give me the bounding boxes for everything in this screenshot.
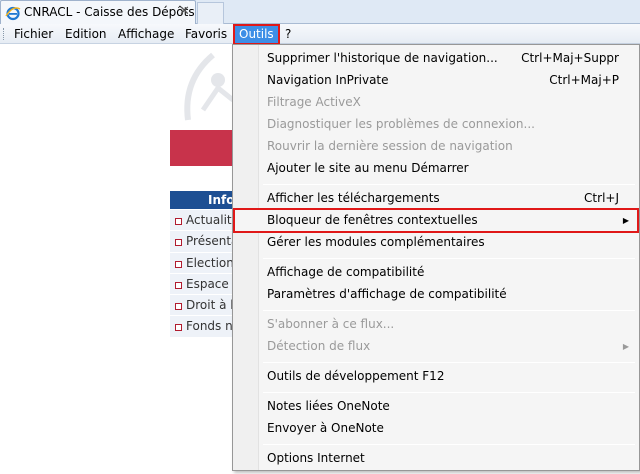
menu-item-compatibility-settings[interactable]: Paramètres d'affichage de compatibilité [235, 284, 637, 305]
menu-item-feed-discovery: Détection de flux ▶ [235, 336, 637, 357]
menu-item-manage-addons[interactable]: Gérer les modules complémentaires [235, 232, 637, 253]
menu-item-diagnose-connection: Diagnostiquer les problèmes de connexion… [267, 117, 535, 131]
page-nav: Actualités Présentation Elections Espace… [170, 210, 234, 338]
menu-favoris[interactable]: Favoris [181, 26, 231, 43]
page-nav-item[interactable]: Elections [170, 252, 234, 274]
shortcut-label: Ctrl+Maj+Suppr [521, 51, 619, 65]
menu-item-subscribe-feed: S'abonner à ce flux... [267, 317, 395, 331]
menu-item-internet-options[interactable]: Options Internet [235, 448, 637, 469]
grip-icon [3, 28, 6, 40]
menu-item-compatibility-view[interactable]: Affichage de compatibilité [235, 262, 637, 283]
menu-item-downloads[interactable]: Afficher les téléchargements Ctrl+J [235, 188, 637, 209]
menu-item-popup-blocker[interactable]: Bloqueur de fenêtres contextuelles ▶ [233, 208, 639, 233]
menu-affichage[interactable]: Affichage [114, 26, 178, 43]
menu-help[interactable]: ? [281, 26, 295, 43]
shortcut-label: Ctrl+J [584, 191, 619, 205]
menu-bar: Fichier Edition Affichage Favoris Outils… [0, 24, 640, 45]
menu-item-add-to-start[interactable]: Ajouter le site au menu Démarrer [235, 158, 637, 179]
tab-strip: CNRACL - Caisse des Dépôts ✕ [0, 0, 640, 24]
submenu-arrow-icon: ▶ [622, 342, 629, 351]
menu-fichier[interactable]: Fichier [10, 26, 57, 43]
menu-item-send-to-onenote[interactable]: Envoyer à OneNote [235, 418, 637, 439]
tab-title: CNRACL - Caisse des Dépôts [24, 5, 195, 19]
page-nav-item[interactable]: Fonds na [170, 316, 234, 338]
page-nav-header: Info [170, 191, 234, 209]
ie-logo-icon [5, 6, 21, 21]
page-nav-item[interactable]: Espace p [170, 273, 234, 296]
page-banner [170, 130, 234, 166]
menu-separator [263, 184, 635, 185]
menu-item-activex-filtering: Filtrage ActiveX [267, 95, 361, 109]
page-nav-item[interactable]: Présentation [170, 231, 234, 253]
page-nav-item[interactable]: Droit à l'i [170, 295, 234, 317]
site-logo-icon [184, 52, 235, 121]
browser-tab[interactable]: CNRACL - Caisse des Dépôts ✕ [0, 0, 196, 24]
new-tab-button[interactable] [197, 2, 224, 24]
page-nav-item[interactable]: Actualités [170, 210, 234, 232]
tools-dropdown-menu: Supprimer l'historique de navigation... … [232, 44, 640, 471]
submenu-arrow-icon: ▶ [622, 216, 629, 225]
menu-separator [263, 258, 635, 259]
menu-outils[interactable]: Outils [233, 24, 280, 45]
menu-separator [263, 392, 635, 393]
menu-item-inprivate[interactable]: Navigation InPrivate Ctrl+Maj+P [235, 70, 637, 91]
shortcut-label: Ctrl+Maj+P [549, 73, 619, 87]
menu-separator [263, 310, 635, 311]
close-icon[interactable]: ✕ [179, 4, 190, 19]
menu-separator [263, 362, 635, 363]
menu-item-reopen-session: Rouvrir la dernière session de navigatio… [267, 139, 513, 153]
menu-item-developer-tools[interactable]: Outils de développement F12 [235, 366, 637, 387]
menu-separator [263, 444, 635, 445]
menu-item-delete-history[interactable]: Supprimer l'historique de navigation... … [235, 48, 637, 69]
menu-edition[interactable]: Edition [61, 26, 111, 43]
menu-item-onenote-linked-notes[interactable]: Notes liées OneNote [235, 396, 637, 417]
